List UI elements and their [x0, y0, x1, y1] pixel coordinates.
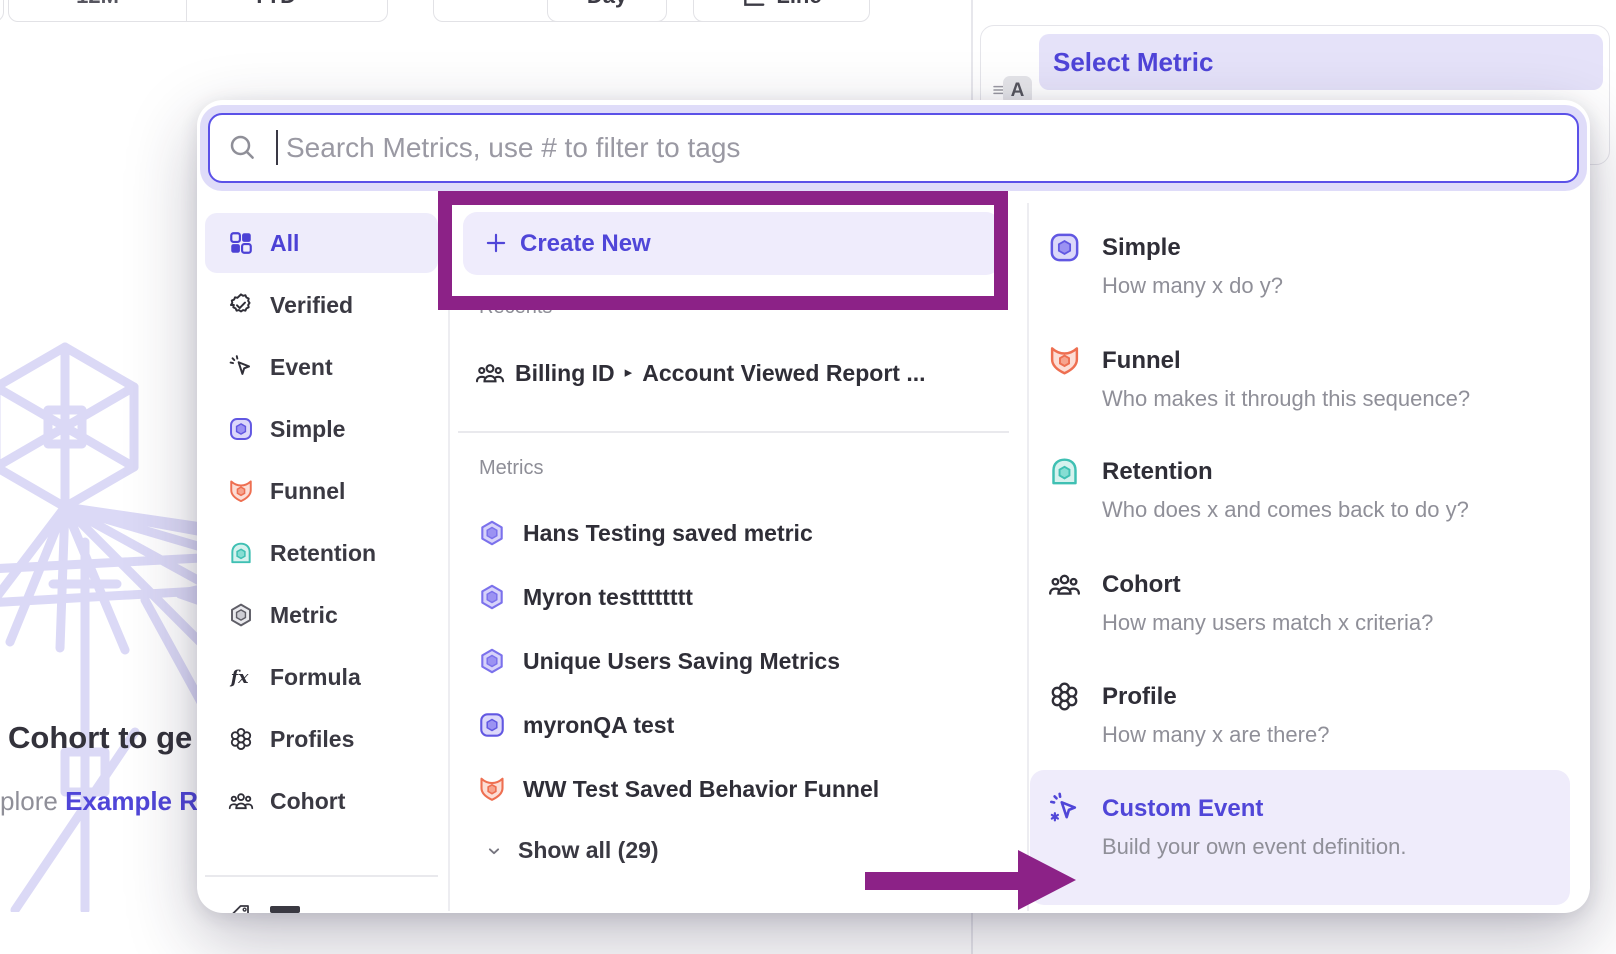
select-metric-field[interactable]: Select Metric	[1039, 34, 1603, 90]
search-input[interactable]	[286, 115, 1556, 181]
empty-state-explore-line: plore Example R	[0, 786, 198, 817]
clipped-sidebar-item-text	[270, 906, 300, 913]
range-ytd-button[interactable]: YTD	[187, 0, 387, 21]
day-interval-button[interactable]: Day	[547, 0, 667, 22]
cohort-people-icon	[475, 358, 505, 388]
show-all-toggle[interactable]: Show all (29)	[484, 837, 659, 864]
chevron-down-icon	[304, 0, 322, 5]
metric-list-item[interactable]: Hans Testing saved metric	[478, 516, 813, 550]
simple-metric-icon	[478, 711, 506, 739]
metric-list-item[interactable]: Unique Users Saving Metrics	[478, 644, 840, 678]
sidebar-item-funnel[interactable]: Funnel	[197, 461, 448, 521]
sidebar-item-cohort[interactable]: Cohort	[197, 771, 448, 831]
retention-icon	[228, 540, 254, 566]
cohort-people-icon	[228, 788, 254, 814]
profiles-flower-icon	[1048, 680, 1081, 713]
metric-list-item[interactable]: WW Test Saved Behavior Funnel	[478, 772, 879, 806]
empty-state-heading-fragment: Cohort to ge	[8, 720, 192, 756]
date-range-segmented-control: 12M YTD	[8, 0, 388, 22]
funnel-icon	[228, 478, 254, 504]
saved-metric-icon	[478, 519, 506, 547]
saved-metric-icon	[478, 583, 506, 611]
saved-metric-icon	[478, 647, 506, 675]
sidebar-item-profiles[interactable]: Profiles	[197, 709, 448, 769]
verified-badge-icon	[228, 292, 254, 318]
explore-prefix-text: plore	[0, 786, 58, 816]
annotation-arrow	[862, 846, 1077, 934]
profiles-flower-icon	[228, 726, 254, 752]
sidebar-item-retention[interactable]: Retention	[197, 523, 448, 583]
metric-list-item[interactable]: myronQA test	[478, 708, 674, 742]
retention-icon	[1048, 455, 1081, 488]
metrics-section-label: Metrics	[479, 457, 543, 480]
sidebar-divider	[205, 875, 438, 877]
column-divider	[1027, 203, 1029, 911]
sidebar-item-all[interactable]: All	[197, 213, 448, 273]
section-divider	[458, 431, 1009, 433]
search-icon	[227, 132, 257, 162]
funnel-icon	[478, 775, 506, 803]
tag-icon	[228, 903, 252, 913]
text-caret	[276, 130, 278, 165]
event-cursor-icon	[228, 354, 254, 380]
line-chart-icon	[741, 0, 767, 9]
annotation-highlight-box	[438, 191, 1008, 310]
sidebar-item-event[interactable]: Event	[197, 337, 448, 397]
recent-item[interactable]: Billing ID ▸ Account Viewed Report ...	[475, 353, 926, 393]
sidebar-item-metric[interactable]: Metric	[197, 585, 448, 645]
sidebar-item-formula[interactable]: Formula	[197, 647, 448, 707]
example-reports-link[interactable]: Example R	[65, 786, 198, 816]
cohort-people-icon	[1048, 568, 1081, 601]
grid-all-icon	[228, 230, 254, 256]
simple-metric-icon	[1048, 231, 1081, 264]
range-12m-button[interactable]: 12M	[9, 0, 187, 21]
chevron-down-icon	[484, 841, 504, 861]
metric-hexagon-icon	[228, 602, 254, 628]
funnel-icon	[1048, 344, 1081, 377]
metric-list-item[interactable]: Myron testttttttt	[478, 580, 693, 614]
custom-event-icon	[1048, 792, 1081, 825]
sidebar-item-simple[interactable]: Simple	[197, 399, 448, 459]
sidebar-item-verified[interactable]: Verified	[197, 275, 448, 335]
simple-metric-icon	[228, 416, 254, 442]
formula-fx-icon	[228, 664, 254, 690]
toolbar-button-fragment[interactable]	[0, 0, 4, 22]
breadcrumb-arrow-icon: ▸	[625, 353, 633, 393]
line-chart-type-button[interactable]: Line	[693, 0, 870, 22]
metric-search-box[interactable]	[208, 113, 1579, 183]
